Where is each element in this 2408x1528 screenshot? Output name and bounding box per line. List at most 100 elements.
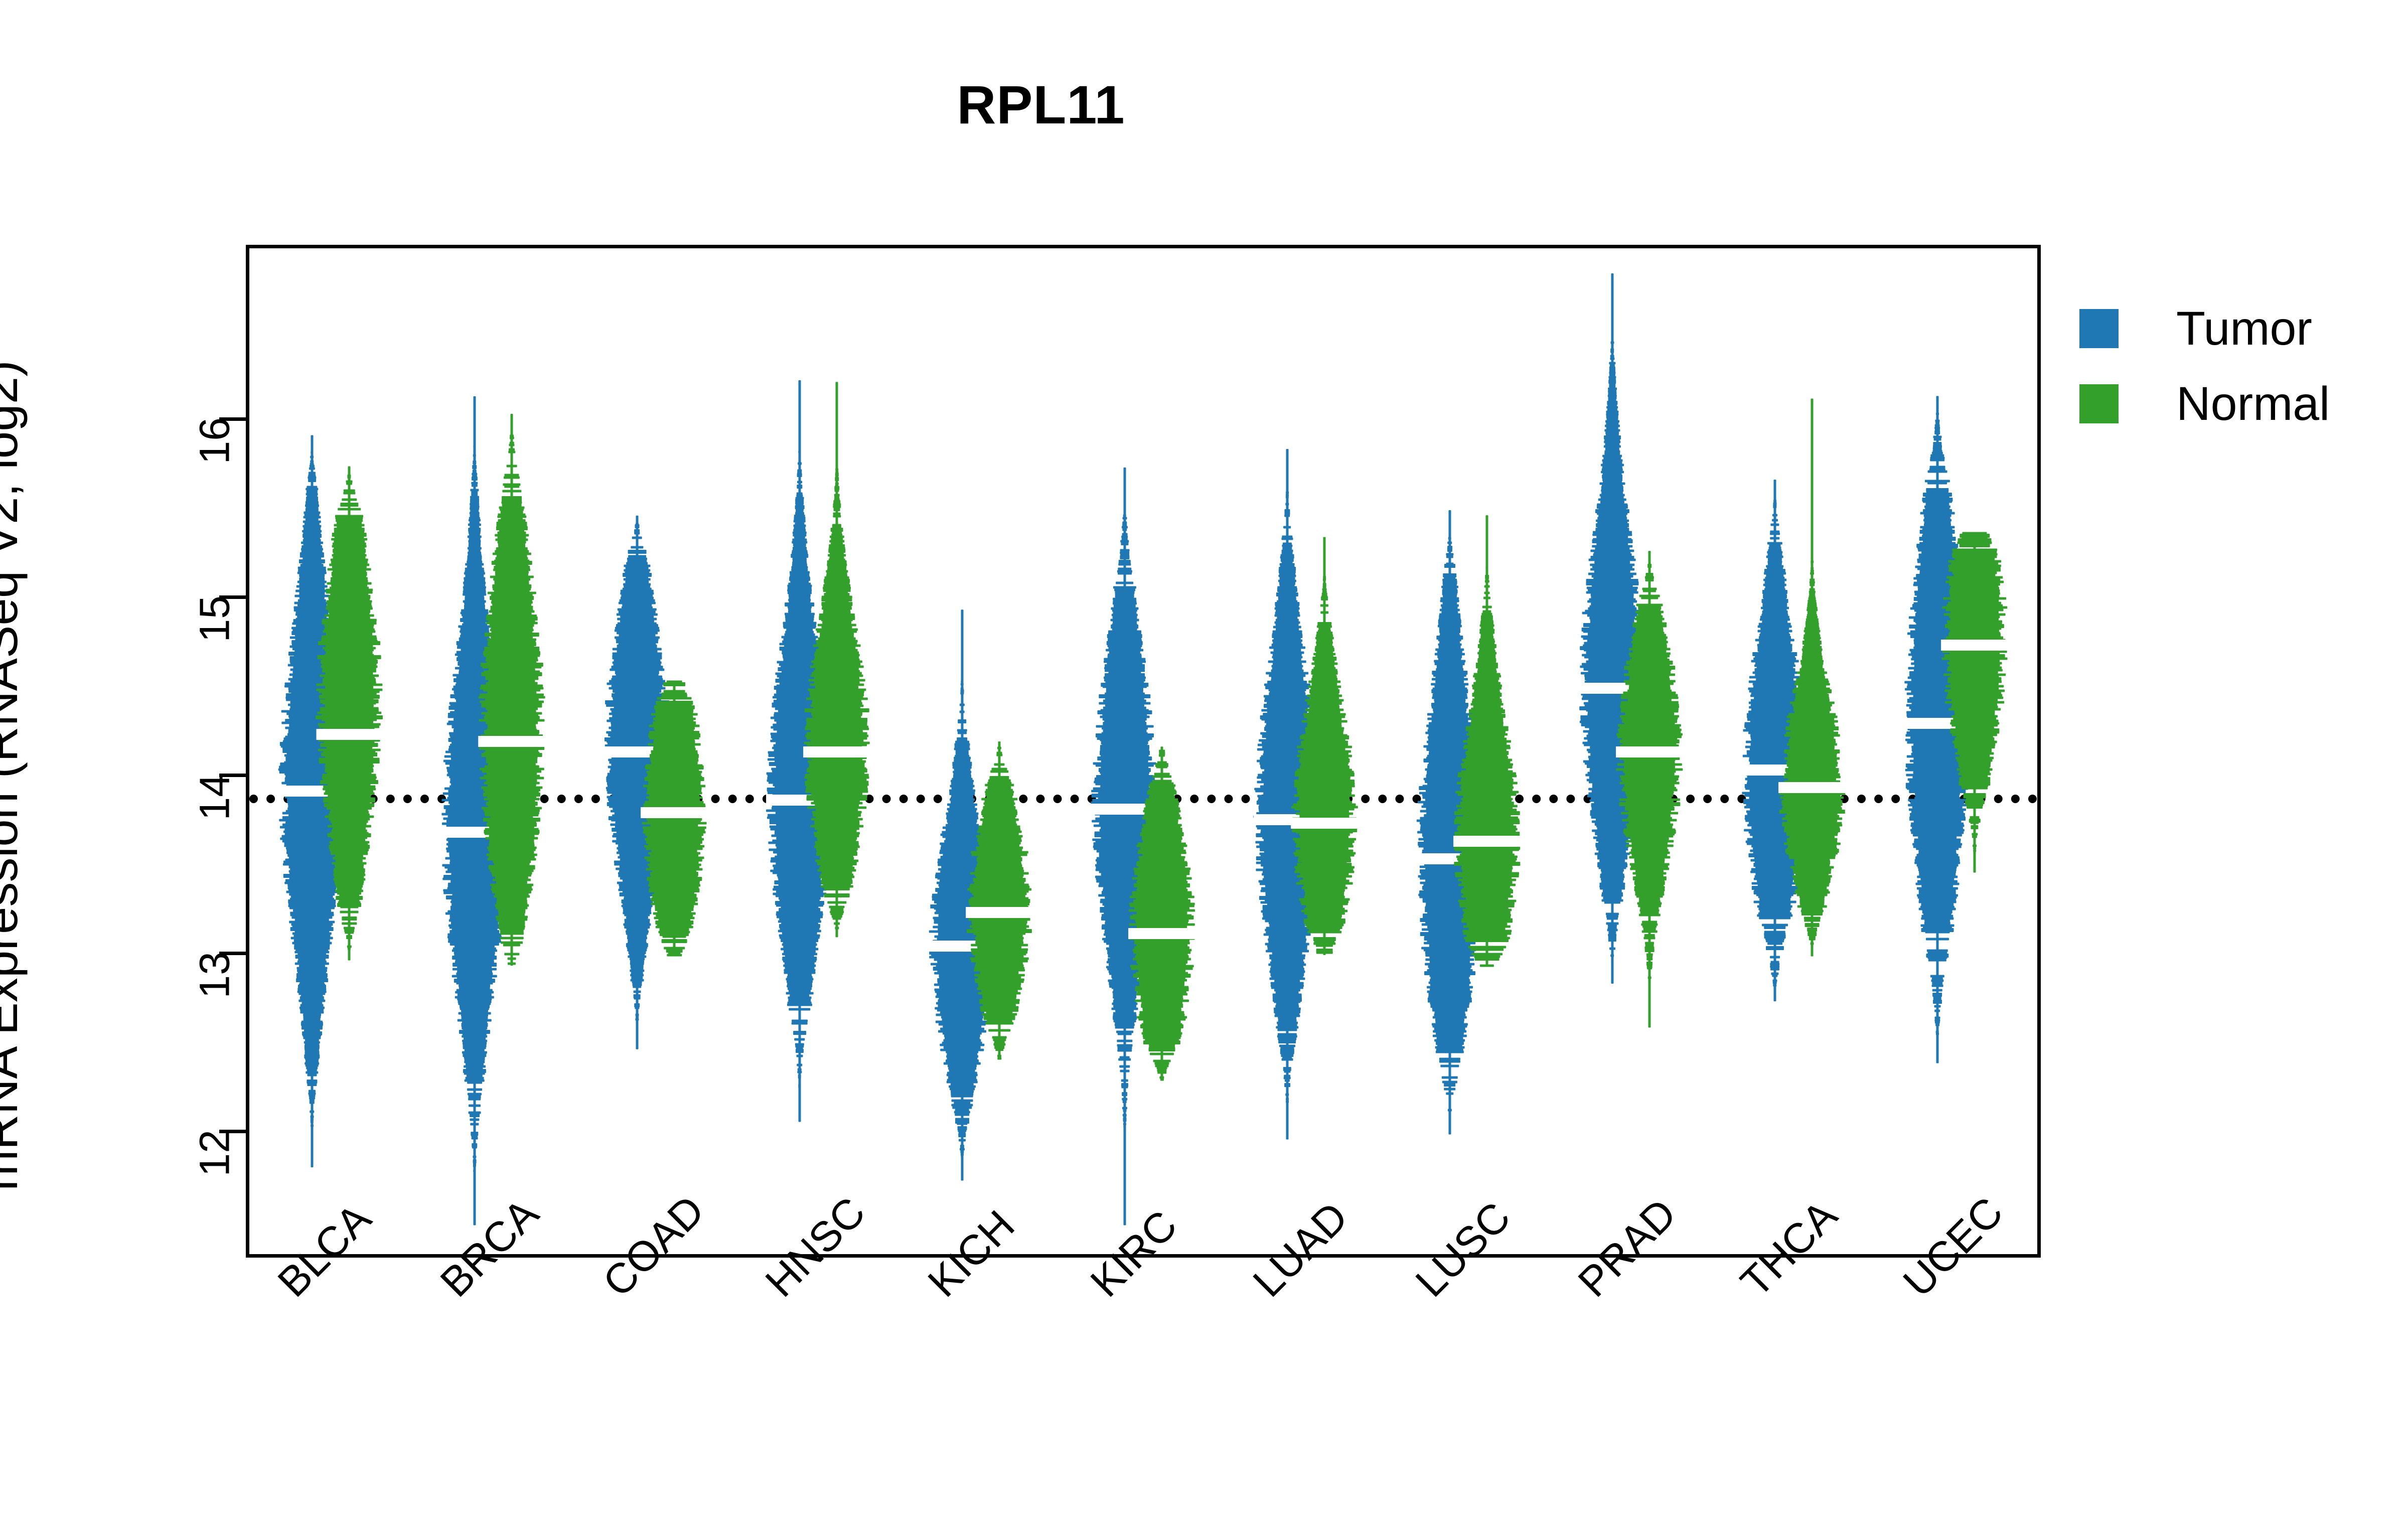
violin-point-row [817, 630, 857, 633]
legend-item-normal[interactable]: Normal [2079, 366, 2330, 441]
violin-point-row [622, 603, 652, 606]
violin-point-row [1266, 723, 1308, 726]
violin-point-row [488, 865, 535, 868]
violin-point-row [310, 463, 315, 466]
violin-point-row [303, 516, 321, 519]
violin-point-row [1807, 616, 1818, 619]
violin-point-row [311, 1140, 314, 1144]
violin-point-row [1800, 660, 1824, 663]
violin-point-row [1600, 464, 1624, 467]
violin-point-row [1935, 1030, 1939, 1033]
violin-point-row [488, 640, 536, 643]
violin-point-row [647, 787, 702, 790]
violin-point-row [831, 533, 843, 536]
violin-point-row [485, 765, 539, 768]
violin-point-row [788, 999, 811, 1002]
legend-item-tumor[interactable]: Tumor [2079, 291, 2330, 366]
violin-point-row [1448, 515, 1451, 520]
violin-point-row [1470, 703, 1503, 706]
violin-point-row [1931, 977, 1943, 980]
violin-point-row [1114, 998, 1136, 1001]
violin-point-row [1146, 821, 1178, 824]
violin-point-row [1755, 872, 1794, 875]
violin-point-row [1101, 732, 1148, 735]
violin-point-row [306, 490, 318, 493]
violin-point-row [1297, 801, 1352, 804]
violin-point-row [1646, 955, 1653, 958]
violin-point-row [1138, 842, 1186, 845]
violin-point-row [473, 431, 476, 434]
violin-point-row [620, 620, 654, 623]
violin-point-row [835, 931, 838, 935]
violin-point-row [971, 948, 1028, 951]
violin-point-row [1267, 945, 1307, 948]
violin-point-row [798, 380, 801, 385]
violin-point-row [289, 897, 334, 900]
violin-point-row [1756, 879, 1793, 882]
violin-point-row [333, 570, 366, 573]
violin-point-row [1912, 843, 1963, 846]
violin-point-row [1283, 1066, 1291, 1071]
violin-point-row [1456, 816, 1519, 819]
violin-point-row [334, 547, 365, 550]
violin-point-row [309, 1110, 315, 1113]
violin-point-row [1479, 640, 1495, 643]
violin-point-row [1485, 580, 1489, 583]
violin-point-row [307, 1074, 317, 1077]
violin-point-row [982, 1013, 1017, 1016]
violin-point-row [1924, 919, 1950, 922]
violin-point-row [1461, 807, 1513, 810]
violin-point-row [1764, 933, 1786, 936]
violin-point-row [1607, 390, 1617, 393]
violin-point-row [835, 413, 838, 416]
violin-point-row [944, 1034, 980, 1037]
violin-point-row [302, 1002, 323, 1005]
violin-median-bar [478, 735, 546, 747]
violin-point-row [993, 1038, 1006, 1041]
violin-point-row [773, 892, 827, 895]
violin-point-row [1789, 738, 1836, 741]
violin-point-row [1103, 660, 1146, 663]
violin-point-row [798, 395, 801, 398]
violin-point-row [501, 941, 523, 944]
violin-point-row [325, 654, 374, 657]
violin-point-row [1607, 387, 1617, 390]
violin-point-row [815, 651, 859, 654]
violin-point-row [1305, 924, 1344, 927]
violin-point-row [493, 878, 531, 881]
violin-point-row [1265, 891, 1309, 894]
violin-point-row [1284, 1083, 1290, 1088]
violin-point-row [1601, 880, 1623, 883]
violin-point-row [461, 1035, 488, 1038]
violin-point-row [1788, 778, 1837, 781]
violin-point-row [1590, 619, 1635, 622]
violin-point-row [954, 754, 970, 757]
violin-point-row [1918, 852, 1957, 855]
violin-point-row [817, 869, 856, 872]
violin-point-row [1931, 979, 1944, 982]
violin-point-row [1648, 992, 1651, 995]
violin-point-row [949, 789, 975, 792]
violin-point-row [835, 440, 838, 443]
violin-point-row [1266, 927, 1309, 930]
violin-point-row [980, 971, 1019, 974]
violin-point-row [1935, 421, 1939, 424]
violin-point-row [822, 607, 852, 610]
violin-point-row [464, 602, 485, 605]
violin-point-row [321, 640, 378, 643]
violin-point-row [1470, 948, 1504, 951]
violin-point-row [1112, 996, 1137, 999]
violin-point-row [286, 890, 338, 893]
violin-point-row [1323, 566, 1326, 571]
violin-point-row [305, 1050, 320, 1053]
violin-point-row [1948, 692, 2002, 695]
violin-point-row [961, 648, 964, 651]
violin-point-row [1427, 990, 1473, 993]
violin-point-row [1114, 588, 1135, 591]
violin-point-row [1811, 509, 1814, 512]
violin-point-row [1472, 684, 1502, 687]
violin-point-row [655, 905, 694, 908]
violin-point-row [1609, 364, 1615, 367]
violin-point-row [1789, 724, 1836, 727]
violin-point-row [295, 589, 329, 592]
